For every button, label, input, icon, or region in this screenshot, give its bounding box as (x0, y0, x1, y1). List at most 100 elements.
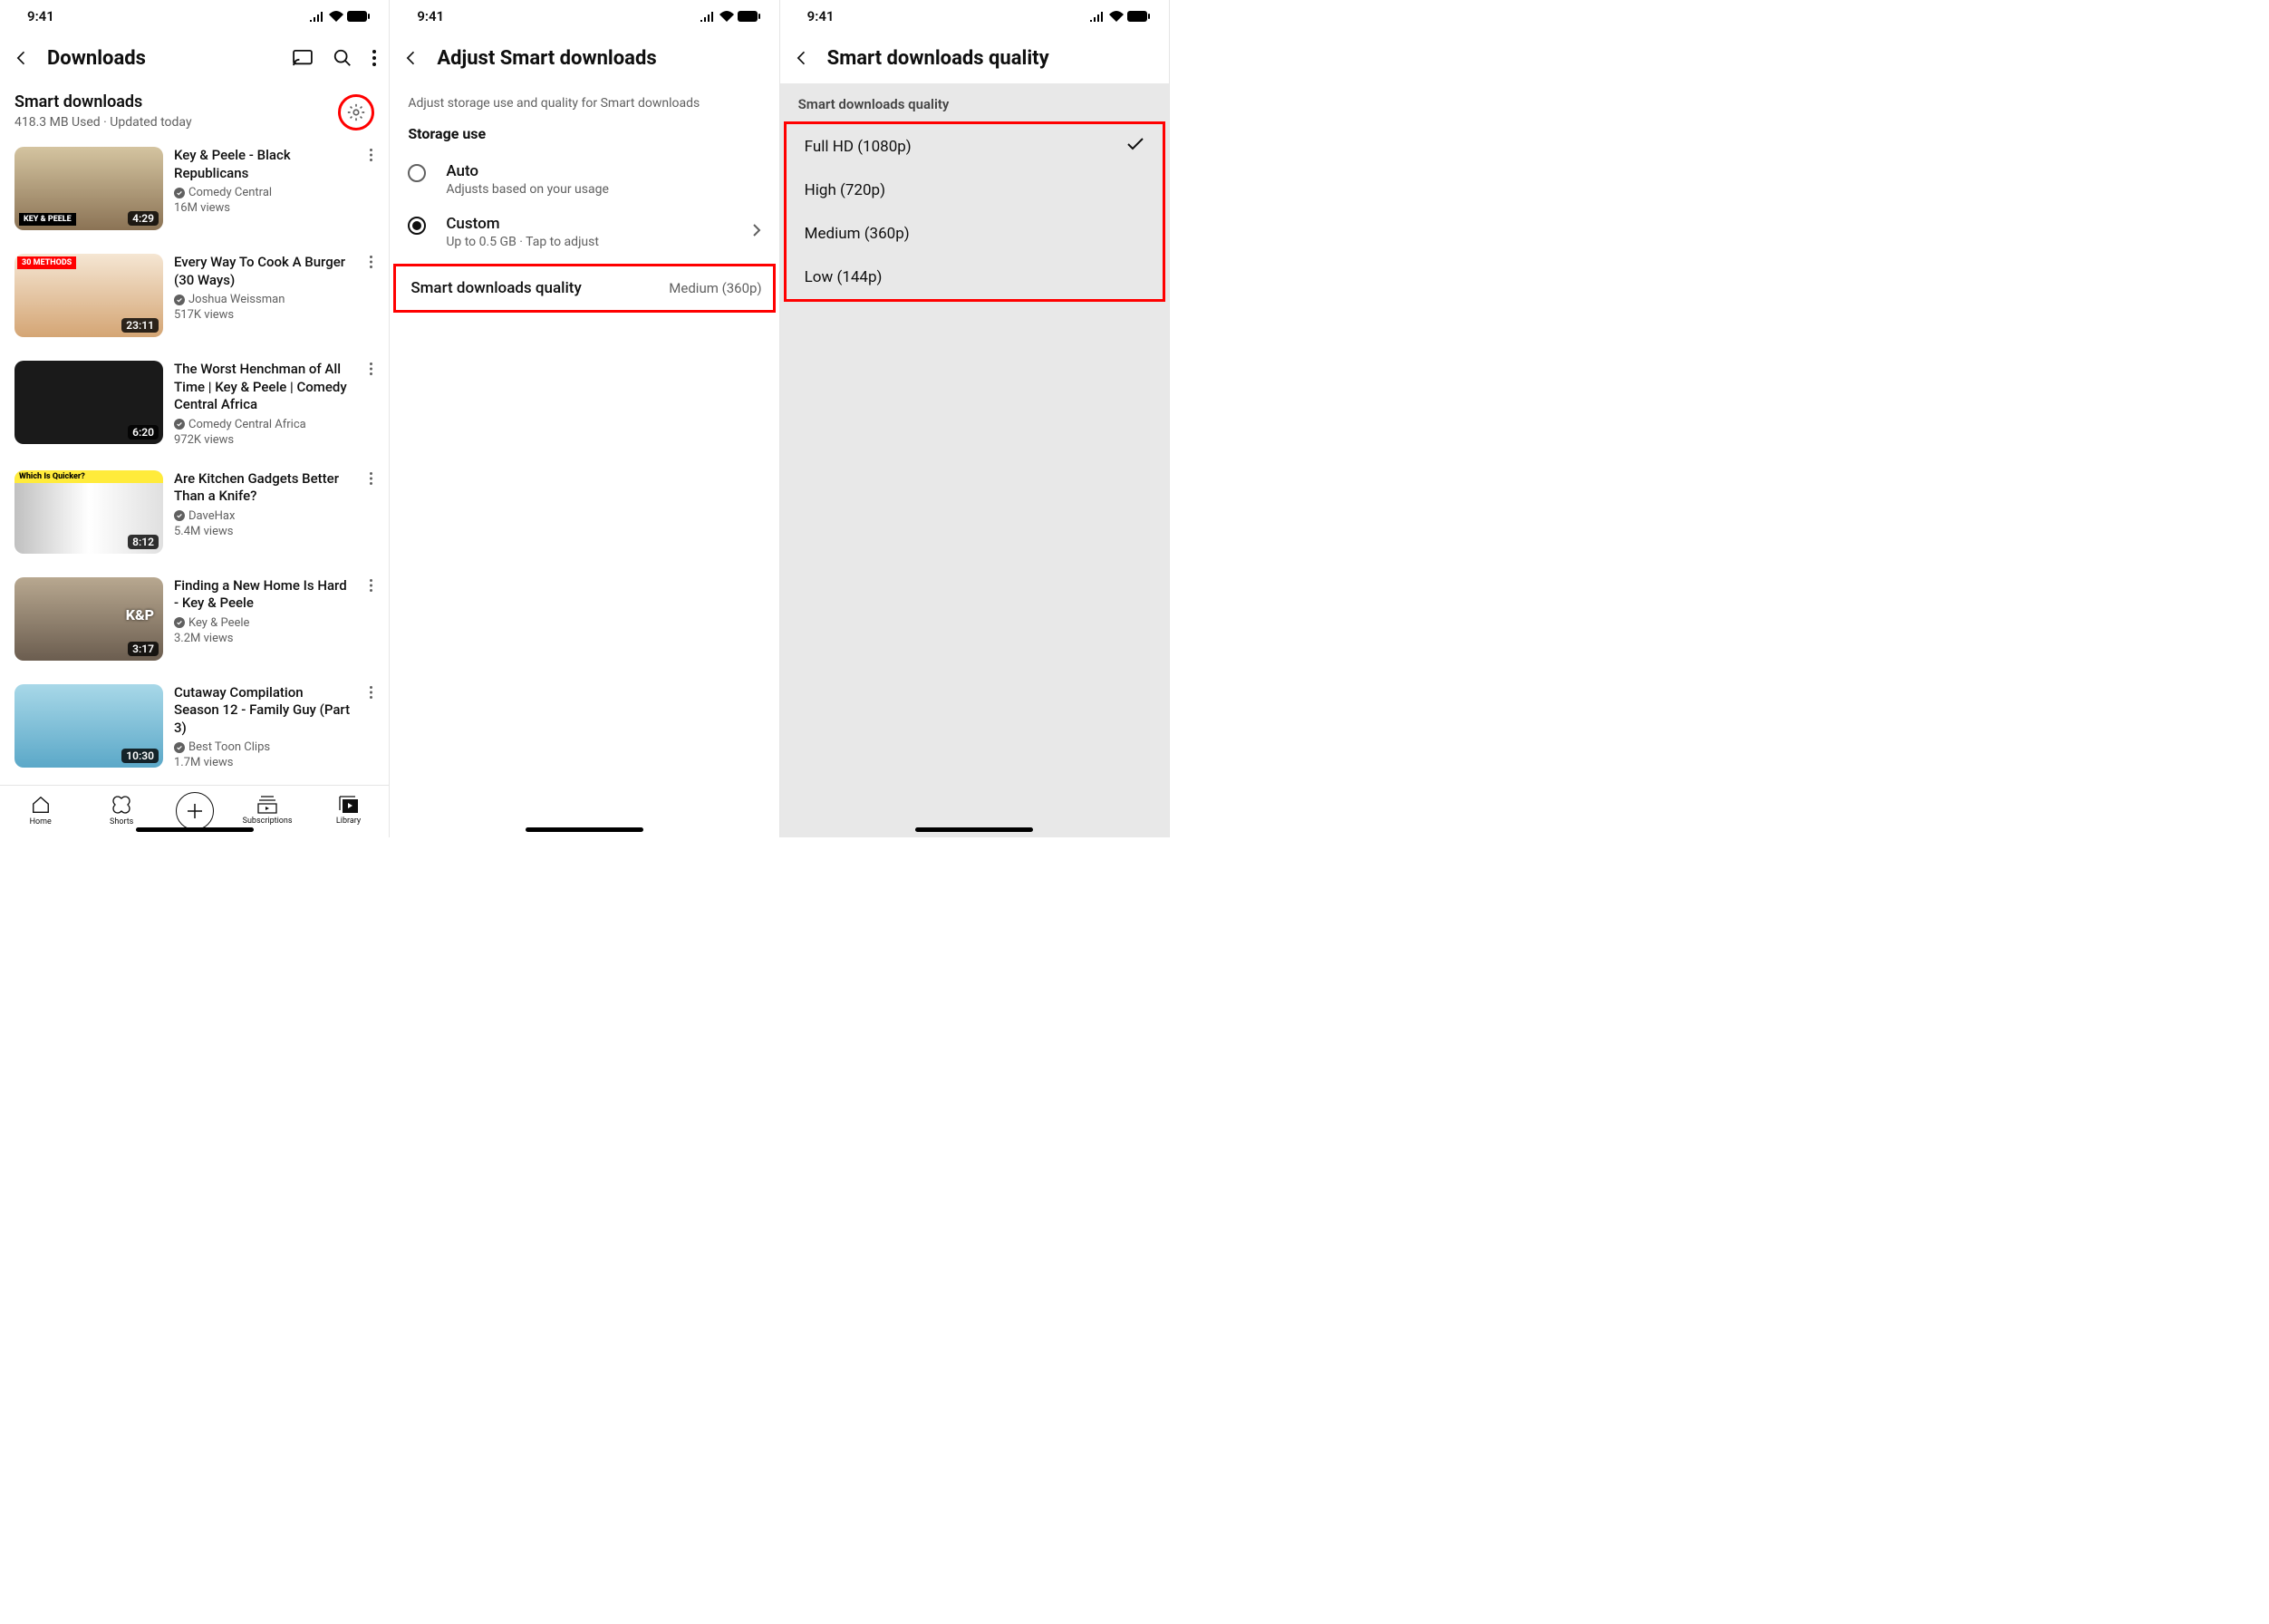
chevron-right-icon (752, 223, 761, 241)
nav-create[interactable] (176, 792, 214, 830)
storage-use-heading: Storage use (390, 125, 778, 153)
adjust-header: Adjust Smart downloads (390, 33, 778, 83)
nav-shorts[interactable]: Shorts (94, 795, 149, 826)
battery-icon (1127, 11, 1151, 22)
wifi-icon (719, 11, 734, 22)
wifi-icon (1109, 11, 1124, 22)
verified-icon (174, 419, 185, 430)
wifi-icon (329, 11, 343, 22)
video-item[interactable]: KEY & PEELE 4:29 Key & Peele - Black Rep… (0, 141, 389, 236)
video-channel: Comedy Central Africa (174, 418, 351, 431)
video-thumbnail[interactable]: 6:20 (14, 361, 163, 444)
video-thumbnail[interactable]: KEY & PEELE 4:29 (14, 147, 163, 230)
video-duration: 6:20 (128, 425, 159, 440)
smart-downloads-title: Smart downloads (14, 92, 338, 111)
quality-row-value: Medium (360p) (669, 280, 761, 296)
downloads-header: Downloads (0, 33, 389, 83)
video-more-icon[interactable] (362, 470, 380, 554)
page-subtitle: Adjust storage use and quality for Smart… (390, 83, 778, 125)
nav-library[interactable]: Library (322, 796, 376, 826)
smart-downloads-settings-highlight (338, 94, 374, 130)
status-time: 9:41 (807, 8, 835, 24)
video-channel: Comedy Central (174, 186, 351, 199)
cellular-icon (1089, 11, 1106, 22)
video-views: 517K views (174, 308, 351, 322)
video-item[interactable]: 30 METHODS 23:11 Every Way To Cook A Bur… (0, 248, 389, 343)
back-icon[interactable] (793, 49, 811, 67)
thumbnail-badge: Which Is Quicker? (14, 470, 163, 483)
option-label: Low (144p) (805, 268, 883, 286)
nav-home[interactable]: Home (14, 795, 68, 826)
video-thumbnail[interactable]: Which Is Quicker? 8:12 (14, 470, 163, 554)
quality-option-144p[interactable]: Low (144p) (787, 256, 1163, 299)
video-thumbnail[interactable]: 10:30 (14, 684, 163, 768)
status-bar: 9:41 (780, 0, 1169, 33)
cellular-icon (700, 11, 716, 22)
video-more-icon[interactable] (362, 684, 380, 770)
gear-icon[interactable] (346, 102, 366, 122)
more-icon[interactable] (372, 50, 376, 66)
video-channel: DaveHax (174, 509, 351, 523)
smart-downloads-quality-row[interactable]: Smart downloads quality Medium (360p) (393, 264, 775, 313)
search-icon[interactable] (333, 48, 352, 68)
option-label: Medium (360p) (805, 225, 910, 243)
status-time: 9:41 (27, 8, 54, 24)
battery-icon (347, 11, 371, 22)
nav-subscriptions[interactable]: Subscriptions (240, 796, 294, 826)
thumbnail-badge: 30 METHODS (17, 256, 76, 269)
video-duration: 23:11 (121, 318, 159, 333)
quality-options-highlight: Full HD (1080p) High (720p) Medium (360p… (784, 121, 1165, 302)
video-views: 3.2M views (174, 632, 351, 645)
video-item[interactable]: 6:20 The Worst Henchman of All Time | Ke… (0, 355, 389, 452)
quality-header: Smart downloads quality (780, 33, 1169, 83)
storage-auto-option[interactable]: Auto Adjusts based on your usage (390, 153, 778, 206)
video-more-icon[interactable] (362, 577, 380, 661)
status-bar: 9:41 (0, 0, 389, 33)
option-label: Auto (446, 162, 609, 180)
home-indicator (526, 827, 643, 832)
video-thumbnail[interactable]: K&P 3:17 (14, 577, 163, 661)
video-duration: 4:29 (128, 211, 159, 226)
quality-row-label: Smart downloads quality (410, 279, 581, 297)
option-sublabel: Up to 0.5 GB · Tap to adjust (446, 235, 599, 249)
quality-option-360p[interactable]: Medium (360p) (787, 212, 1163, 256)
smart-downloads-meta: 418.3 MB Used · Updated today (14, 115, 338, 130)
thumbnail-badge: KEY & PEELE (19, 213, 76, 226)
cellular-icon (309, 11, 325, 22)
quality-option-1080p[interactable]: Full HD (1080p) (787, 124, 1163, 169)
verified-icon (174, 188, 185, 198)
video-title: Every Way To Cook A Burger (30 Ways) (174, 254, 351, 289)
video-views: 1.7M views (174, 756, 351, 769)
video-channel: Key & Peele (174, 616, 351, 630)
status-icons (700, 11, 761, 22)
check-icon (1126, 137, 1144, 156)
status-bar: 9:41 (390, 0, 778, 33)
video-more-icon[interactable] (362, 254, 380, 337)
video-title: Finding a New Home Is Hard - Key & Peele (174, 577, 351, 613)
video-item[interactable]: 10:30 Cutaway Compilation Season 12 - Fa… (0, 679, 389, 776)
status-icons (1089, 11, 1151, 22)
video-title: Are Kitchen Gadgets Better Than a Knife? (174, 470, 351, 506)
verified-icon (174, 510, 185, 521)
verified-icon (174, 295, 185, 305)
video-title: Cutaway Compilation Season 12 - Family G… (174, 684, 351, 738)
subscriptions-icon (257, 796, 277, 814)
back-icon[interactable] (402, 49, 420, 67)
video-item[interactable]: K&P 3:17 Finding a New Home Is Hard - Ke… (0, 572, 389, 666)
home-indicator (136, 827, 254, 832)
verified-icon (174, 742, 185, 753)
video-more-icon[interactable] (362, 147, 380, 230)
verified-icon (174, 617, 185, 628)
video-views: 5.4M views (174, 525, 351, 538)
status-icons (309, 11, 371, 22)
video-channel: Joshua Weissman (174, 293, 351, 306)
video-item[interactable]: Which Is Quicker? 8:12 Are Kitchen Gadge… (0, 465, 389, 559)
cast-icon[interactable] (293, 50, 313, 66)
storage-custom-option[interactable]: Custom Up to 0.5 GB · Tap to adjust (390, 206, 778, 258)
video-more-icon[interactable] (362, 361, 380, 447)
quality-option-720p[interactable]: High (720p) (787, 169, 1163, 212)
page-title: Adjust Smart downloads (437, 47, 766, 70)
video-thumbnail[interactable]: 30 METHODS 23:11 (14, 254, 163, 337)
back-icon[interactable] (13, 49, 31, 67)
option-label: Full HD (1080p) (805, 138, 912, 156)
